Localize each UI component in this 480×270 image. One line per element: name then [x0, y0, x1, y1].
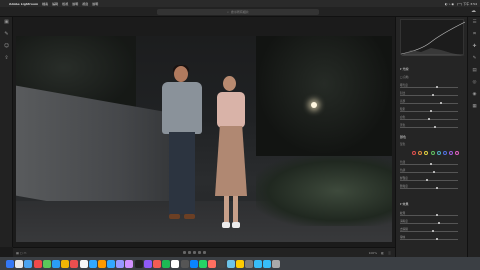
crop-icon[interactable]: ⌗ — [468, 29, 480, 41]
slider-row[interactable]: 亮部 — [400, 99, 464, 105]
redeye-icon[interactable]: ◉ — [468, 89, 480, 101]
toolbar: ⌕ 搜尋所有相片 ☁ — [0, 7, 480, 17]
menu-bar: Adobe Lightroom 檔案 編輯 檢視 說明 視窗 說明 ◐ ⌁ ◉ … — [0, 0, 480, 7]
cloud-sync-icon[interactable]: ☁ — [471, 8, 476, 14]
compare-icon[interactable]: ◧ — [381, 251, 384, 255]
slider-row[interactable]: 飽和度 — [400, 184, 464, 190]
effects-section-title[interactable]: ▾ 效果 — [400, 202, 464, 206]
preset-icon[interactable]: ▦ — [468, 101, 480, 113]
gradient-icon[interactable]: ▤ — [468, 65, 480, 77]
slider-row[interactable]: 陰影 — [400, 107, 464, 113]
people-icon[interactable]: ☺ — [0, 43, 13, 53]
filmstrip-bar: ▦ ▢ ▭ 100% ◧ ⓘ — [13, 247, 395, 257]
app-icon[interactable] — [235, 259, 244, 268]
edit-panel: ▾ 光線 □ 自動 曝光度 對比 亮部 陰影 白色 黑色 顏色 混色 色溫 色調… — [395, 17, 467, 257]
menu-item[interactable]: 說明 — [92, 2, 98, 6]
launchpad-icon[interactable] — [15, 259, 24, 268]
lightroom-icon[interactable] — [107, 259, 116, 268]
menu-item[interactable]: 編輯 — [52, 2, 58, 6]
app-icon[interactable] — [180, 259, 189, 268]
messages-icon[interactable] — [42, 259, 51, 268]
color-section-title[interactable]: 顏色 — [400, 135, 464, 139]
man-figure — [159, 65, 205, 228]
menu-item[interactable]: 說明 — [72, 2, 78, 6]
mail-icon[interactable] — [51, 259, 60, 268]
grid-view-icon[interactable]: ▦ ▢ ▭ — [16, 251, 26, 255]
trees-right — [256, 36, 392, 156]
notes-icon[interactable] — [61, 259, 70, 268]
slider-row[interactable]: 鮮豔度 — [400, 176, 464, 182]
app-icon[interactable] — [208, 259, 217, 268]
menu-item[interactable]: 視窗 — [82, 2, 88, 6]
color-mixer-swatches[interactable] — [412, 151, 460, 155]
slider-row[interactable]: 色溫 — [400, 160, 464, 166]
search-field[interactable]: ⌕ 搜尋所有相片 — [157, 8, 319, 15]
line-icon[interactable] — [198, 259, 207, 268]
histogram — [400, 19, 466, 56]
app-icon[interactable] — [189, 259, 198, 268]
clock[interactable]: (一) 下午 3:54 — [457, 2, 477, 6]
calendar-icon[interactable] — [70, 259, 79, 268]
edit-icon[interactable]: ✎ — [0, 31, 13, 41]
folder-icon[interactable] — [254, 259, 263, 268]
woman-figure — [211, 75, 251, 231]
mix-row[interactable]: 混色 — [400, 142, 464, 148]
illustrator-icon[interactable] — [97, 259, 106, 268]
menu-item[interactable]: 檢視 — [62, 2, 68, 6]
chrome-icon[interactable] — [33, 259, 42, 268]
premiere-icon[interactable] — [116, 259, 125, 268]
slider-row[interactable]: 白色 — [400, 115, 464, 121]
app-name[interactable]: Adobe Lightroom — [9, 2, 38, 6]
slider-row[interactable]: 暈映 — [400, 235, 464, 241]
healing-icon[interactable]: ✚ — [468, 41, 480, 53]
zoom-label[interactable]: 100% — [369, 251, 378, 255]
photoshop-icon[interactable] — [88, 259, 97, 268]
app-icon[interactable] — [143, 259, 152, 268]
right-rail: ☰ ⌗ ✚ ✎ ▤ ◎ ◉ ▦ — [467, 17, 480, 257]
slider-row[interactable]: 對比 — [400, 91, 464, 97]
slider-row[interactable]: 清晰度 — [400, 219, 464, 225]
brush-icon[interactable]: ✎ — [468, 53, 480, 65]
dock — [0, 257, 480, 270]
app-icon[interactable] — [153, 259, 161, 268]
app-icon[interactable] — [226, 259, 235, 268]
share-icon[interactable]: ⇪ — [0, 55, 13, 65]
finder-icon[interactable] — [6, 259, 14, 268]
trash-icon[interactable] — [272, 259, 281, 268]
menu-item[interactable]: 檔案 — [42, 2, 48, 6]
search-icon: ⌕ — [227, 9, 229, 14]
slider-row[interactable]: 黑色 — [400, 123, 464, 129]
rating-dots[interactable] — [183, 251, 206, 254]
sliders-icon[interactable]: ☰ — [468, 17, 480, 29]
spotify-icon[interactable] — [162, 259, 171, 268]
street-light — [311, 102, 317, 108]
status-icons[interactable]: ◐ ⌁ ◉ — [445, 2, 454, 6]
slider-row[interactable]: 紋理 — [400, 211, 464, 217]
safari-icon[interactable] — [24, 259, 33, 268]
search-placeholder: 搜尋所有相片 — [230, 9, 249, 14]
app-icon[interactable] — [244, 259, 253, 268]
left-rail: ▣ ✎ ☺ ⇪ — [0, 17, 13, 247]
photos-icon[interactable] — [79, 259, 88, 268]
info-icon[interactable]: ⓘ — [388, 251, 391, 255]
light-section-title[interactable]: ▾ 光線 — [400, 67, 464, 71]
profile-row[interactable]: □ 自動 — [400, 75, 464, 81]
bush — [256, 156, 392, 226]
photo-canvas — [13, 17, 395, 247]
app-icon[interactable] — [217, 259, 226, 268]
slider-row[interactable]: 色調 — [400, 168, 464, 174]
library-icon[interactable]: ▣ — [0, 19, 13, 29]
slider-row[interactable]: 曝光度 — [400, 83, 464, 89]
folder-icon[interactable] — [263, 259, 272, 268]
aftereffects-icon[interactable] — [125, 259, 134, 268]
photo[interactable] — [16, 36, 392, 242]
slider-row[interactable]: 去朦朧 — [400, 227, 464, 233]
app-icon[interactable] — [171, 259, 180, 268]
app-icon[interactable] — [134, 259, 143, 268]
radial-icon[interactable]: ◎ — [468, 77, 480, 89]
